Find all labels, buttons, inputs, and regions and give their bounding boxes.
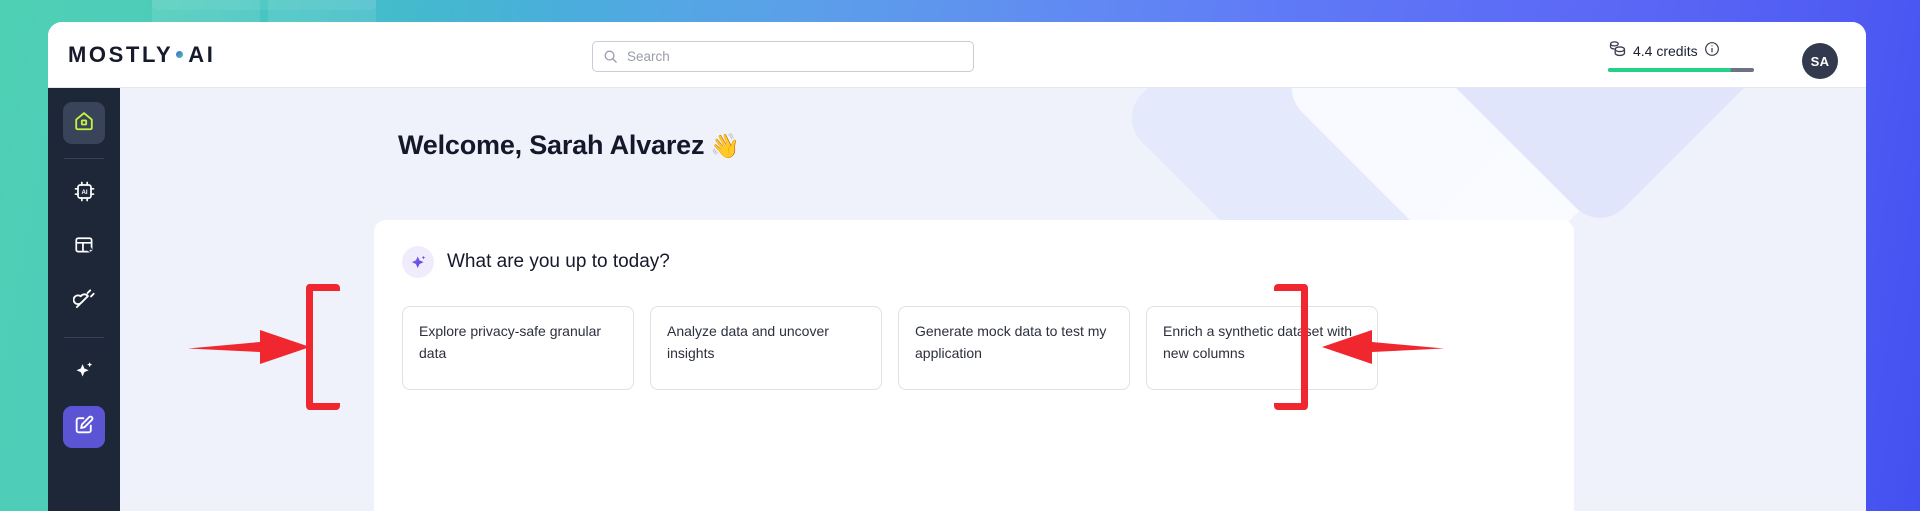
avatar[interactable]: SA bbox=[1802, 43, 1838, 79]
logo-text-mostly: MOSTLY bbox=[68, 42, 174, 67]
svg-text:AI: AI bbox=[81, 189, 87, 196]
app-shell: MOSTLY AI Search 4.4 credits SA AI Welco… bbox=[48, 22, 1866, 511]
sidebar-divider bbox=[64, 158, 104, 159]
suggestion-card[interactable]: Generate mock data to test my applicatio… bbox=[898, 306, 1130, 390]
suggestion-card[interactable]: Enrich a synthetic dataset with new colu… bbox=[1146, 306, 1378, 390]
sparkles-icon bbox=[73, 359, 96, 387]
credits-progress-bar bbox=[1608, 68, 1754, 72]
coins-icon bbox=[1608, 40, 1627, 62]
app-logo[interactable]: MOSTLY AI bbox=[68, 42, 215, 68]
logo-dot-icon bbox=[176, 50, 184, 58]
sidebar-divider bbox=[64, 337, 104, 338]
search-input[interactable] bbox=[627, 49, 963, 64]
avatar-initials: SA bbox=[1810, 53, 1830, 69]
ai-chip-icon: AI bbox=[73, 180, 96, 208]
table-sparkle-icon bbox=[73, 234, 96, 262]
main-content: Welcome, Sarah Alvarez 👋 What are you up… bbox=[120, 88, 1866, 511]
suggestion-card[interactable]: Explore privacy-safe granular data bbox=[402, 306, 634, 390]
sidebar-item-assistant[interactable] bbox=[63, 352, 105, 394]
credits-progress-fill bbox=[1608, 68, 1731, 72]
page-title: Welcome, Sarah Alvarez 👋 bbox=[398, 130, 740, 161]
app-body: AI Welcome, Sarah Alvarez 👋 What are you… bbox=[48, 88, 1866, 511]
sidebar-item-compose[interactable] bbox=[63, 406, 105, 448]
sparkle-icon bbox=[402, 246, 434, 278]
sidebar: AI bbox=[48, 88, 120, 511]
sidebar-item-models[interactable]: AI bbox=[63, 173, 105, 215]
plug-icon bbox=[72, 288, 96, 316]
credits-label: 4.4 credits bbox=[1633, 43, 1698, 59]
app-window: MOSTLY AI Search 4.4 credits SA AI Welco… bbox=[0, 0, 1920, 511]
welcome-text: Welcome, Sarah Alvarez bbox=[398, 130, 705, 160]
home-icon bbox=[73, 110, 95, 137]
logo-text-ai: AI bbox=[188, 42, 216, 67]
search-icon bbox=[603, 49, 618, 64]
suggestion-card-list: Explore privacy-safe granular data Analy… bbox=[374, 278, 1574, 390]
search-bar[interactable] bbox=[592, 41, 974, 72]
waving-hand-icon: 👋 bbox=[710, 133, 740, 160]
sidebar-item-home[interactable] bbox=[63, 102, 105, 144]
sidebar-item-connectors[interactable] bbox=[63, 281, 105, 323]
panel-title: What are you up to today? bbox=[447, 251, 670, 272]
suggestions-panel: What are you up to today? Explore privac… bbox=[374, 220, 1574, 511]
suggestion-card[interactable]: Analyze data and uncover insights bbox=[650, 306, 882, 390]
sidebar-item-datasets[interactable] bbox=[63, 227, 105, 269]
panel-header: What are you up to today? bbox=[374, 220, 1574, 278]
info-icon[interactable] bbox=[1704, 41, 1720, 62]
top-header: MOSTLY AI Search 4.4 credits SA bbox=[48, 22, 1866, 88]
credits-indicator[interactable]: 4.4 credits bbox=[1608, 40, 1758, 72]
compose-pencil-icon bbox=[73, 414, 95, 441]
